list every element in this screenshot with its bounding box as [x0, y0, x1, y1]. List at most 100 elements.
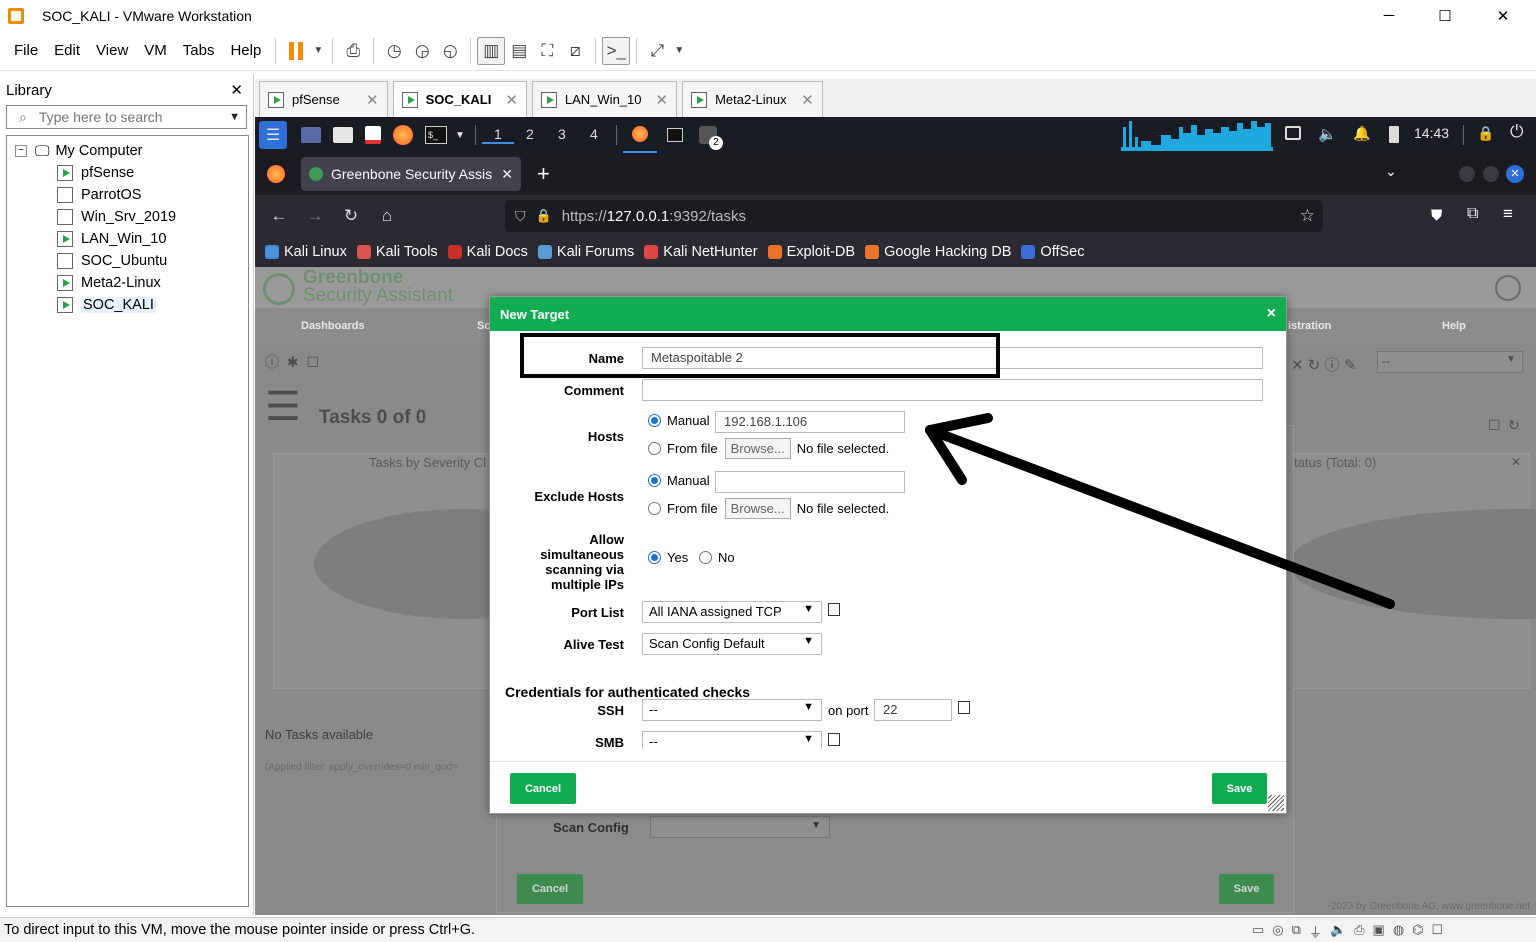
resize-handle-icon[interactable]	[1268, 795, 1284, 811]
window-close-icon[interactable]: ✕	[1506, 165, 1524, 183]
alive-test-select[interactable]: Scan Config Default ▼	[642, 633, 822, 655]
reload-icon[interactable]: ↻	[333, 206, 369, 226]
new-ssh-credential-icon[interactable]	[958, 701, 970, 714]
bluetooth-icon[interactable]: ⌬	[1412, 922, 1423, 941]
window-minimize-icon[interactable]	[1459, 166, 1475, 182]
chevron-down-icon[interactable]: ▼	[455, 130, 465, 141]
allow-yes-radio[interactable]: Yes	[648, 550, 688, 565]
revert-snapshot-icon[interactable]: ◶	[408, 37, 436, 65]
power-icon[interactable]: ⏻	[1510, 122, 1523, 142]
vm-tab-meta2-linux[interactable]: Meta2-Linux ✕	[682, 81, 823, 117]
bookmark-kali-docs[interactable]: Kali Docs	[447, 244, 528, 260]
firefox-icon[interactable]	[393, 125, 413, 145]
bookmark-kali-forums[interactable]: Kali Forums	[537, 244, 634, 260]
tree-item-meta2-linux[interactable]: Meta2-Linux	[7, 272, 248, 294]
reset-dashboard-icon[interactable]: ↻	[1508, 417, 1520, 434]
snapshot-icon[interactable]: ◷	[380, 37, 408, 65]
pocket-icon[interactable]: ⛊	[1431, 207, 1442, 224]
maximize-button[interactable]: ☐	[1422, 0, 1468, 31]
library-view-icon[interactable]: ▥	[477, 36, 506, 65]
tree-root[interactable]: − 🖵 My Computer	[7, 140, 248, 162]
hosts-file-radio[interactable]: From file Browse... No file selected.	[648, 438, 889, 459]
usb-icon[interactable]: ⏚	[1309, 922, 1322, 941]
library-search-input[interactable]: ⌕ Type here to search ▼	[6, 105, 247, 129]
menu-edit[interactable]: Edit	[46, 42, 88, 59]
collapse-icon[interactable]: −	[15, 145, 27, 157]
hosts-input[interactable]: 192.168.1.106	[715, 411, 905, 433]
volume-icon[interactable]: 🔈	[1318, 125, 1337, 143]
new-dashboard-icon[interactable]: ☐	[1488, 417, 1501, 434]
url-bar[interactable]: ⛉ 🔒 https:// 127.0.0.1 :9392/tasks ☆	[505, 200, 1323, 232]
show-desktop-icon[interactable]	[301, 127, 321, 143]
unity-icon[interactable]: ⧄	[561, 37, 589, 65]
dialog-close-icon[interactable]: ×	[1267, 305, 1276, 323]
send-ctrl-alt-del-icon[interactable]: ⎙	[339, 37, 367, 65]
workspace-2[interactable]: 2	[514, 126, 546, 144]
list-tabs-icon[interactable]: ⌄	[1385, 163, 1397, 180]
minimize-button[interactable]: ─	[1366, 0, 1412, 31]
panel-close-icon[interactable]: ✕	[1511, 455, 1521, 469]
home-icon[interactable]: ⌂	[369, 206, 405, 226]
cd-rom-icon[interactable]: ◎	[1272, 922, 1283, 941]
exclude-manual-radio[interactable]: Manual	[648, 473, 710, 488]
lock-icon[interactable]: 🔒	[536, 208, 552, 224]
firefox-window-icon[interactable]	[622, 117, 657, 153]
reset-filter-icon[interactable]: ✕	[1291, 357, 1304, 374]
menu-view[interactable]: View	[88, 42, 136, 59]
bookmark-kali-tools[interactable]: Kali Tools	[356, 244, 438, 260]
hard-disk-icon[interactable]: ▭	[1252, 922, 1264, 941]
wizard-icon[interactable]: ✱	[287, 354, 299, 370]
tree-item-soc-kali[interactable]: SOC_KALI	[7, 294, 248, 316]
tree-item-soc-ubuntu[interactable]: SOC_Ubuntu	[7, 250, 248, 272]
new-tab-button[interactable]: +	[537, 161, 550, 187]
console-icon[interactable]: >_	[602, 36, 631, 65]
network-adapter-icon[interactable]: ◍	[1393, 922, 1404, 941]
tree-item-pfsense[interactable]: pfSense	[7, 162, 248, 184]
underlying-save-button[interactable]: Save	[1219, 874, 1274, 904]
bookmark-offsec[interactable]: OffSec	[1021, 244, 1084, 260]
cancel-button[interactable]: Cancel	[510, 773, 576, 804]
forward-icon[interactable]: →	[297, 206, 333, 226]
tree-item-win-srv-2019[interactable]: Win_Srv_2019	[7, 206, 248, 228]
back-icon[interactable]: ←	[261, 206, 297, 226]
hosts-browse-button[interactable]: Browse...	[724, 438, 791, 459]
new-smb-credential-icon[interactable]	[828, 733, 840, 746]
extensions-icon[interactable]: ⧉	[1467, 205, 1478, 223]
workspace-3[interactable]: 3	[546, 126, 578, 144]
new-port-list-icon[interactable]	[828, 603, 840, 616]
port-list-select[interactable]: All IANA assigned TCP ▼	[642, 601, 822, 623]
display-icon[interactable]: ▣	[1373, 922, 1385, 941]
underlying-cancel-button[interactable]: Cancel	[517, 874, 583, 904]
library-close-icon[interactable]: ✕	[230, 81, 243, 99]
snapshot-manager-icon[interactable]: ◵	[436, 37, 464, 65]
nav-administration[interactable]: istration	[1288, 320, 1331, 332]
bookmark-kali-linux[interactable]: Kali Linux	[265, 244, 347, 260]
scan-config-select[interactable]: ▼	[650, 816, 830, 838]
battery-icon[interactable]	[1389, 126, 1399, 143]
text-editor-icon[interactable]	[365, 126, 381, 144]
filter-help-icon[interactable]: ⓘ	[1325, 357, 1340, 374]
comment-input[interactable]	[642, 379, 1263, 401]
display-icon[interactable]	[1285, 126, 1301, 140]
terminal-window-icon[interactable]	[666, 128, 683, 142]
exclude-hosts-input[interactable]	[715, 471, 905, 493]
help-icon[interactable]: ⓘ	[265, 354, 279, 370]
menu-vm[interactable]: VM	[136, 42, 175, 59]
vm-tab-soc-kali[interactable]: SOC_KALI ✕	[392, 81, 527, 117]
new-task-icon[interactable]: ☐	[307, 354, 320, 370]
menu-tabs[interactable]: Tabs	[175, 42, 223, 59]
terminal-icon[interactable]: $_	[425, 126, 447, 144]
close-tab-icon[interactable]: ✕	[801, 91, 814, 109]
save-button[interactable]: Save	[1212, 773, 1267, 804]
tree-item-lan-win-10[interactable]: LAN_Win_10	[7, 228, 248, 250]
vm-tab-pfsense[interactable]: pfSense ✕	[259, 81, 388, 117]
kali-menu-icon[interactable]: ☰	[259, 121, 287, 149]
window-maximize-icon[interactable]	[1483, 166, 1499, 182]
chevron-down-icon[interactable]: ▼	[671, 37, 687, 65]
shield-icon[interactable]: ⛉	[515, 208, 526, 225]
nav-dashboards[interactable]: Dashboards	[301, 320, 365, 332]
close-tab-icon[interactable]: ✕	[656, 91, 669, 109]
browser-tab[interactable]: Greenbone Security Assis ✕	[301, 157, 521, 191]
hamburger-menu-icon[interactable]: ≡	[1503, 204, 1513, 224]
chevron-down-icon[interactable]: ▼	[310, 37, 326, 65]
